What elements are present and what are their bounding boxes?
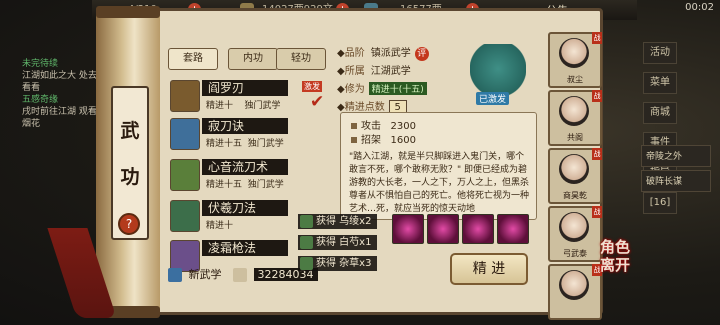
check-icon: ✔ xyxy=(310,92,325,112)
herb-icon xyxy=(300,236,313,249)
diamond-icon: ◆ xyxy=(337,84,345,95)
battle-tag: 战 xyxy=(592,206,602,218)
grade-value: 镇派武学 xyxy=(370,48,411,59)
member-name: 弓武泰 xyxy=(563,249,587,258)
parry-value: 1600 xyxy=(390,135,416,146)
party-member[interactable]: 商昊乾 战 xyxy=(548,148,602,204)
member-name: 共阁 xyxy=(567,133,583,142)
quest-button-formation[interactable]: 破阵长谋 xyxy=(641,170,711,192)
title-char-bottom: 功 xyxy=(120,166,140,188)
party-member[interactable]: 弓武泰 战 xyxy=(548,206,602,262)
quest-title-1: 未完待续 xyxy=(22,59,59,69)
skill-sub: 精进十 xyxy=(206,221,234,231)
new-skill-button[interactable]: 新武学 xyxy=(189,268,222,281)
mastered-badge: 已激发 xyxy=(476,92,510,105)
skill-name: 伏羲刀法 xyxy=(202,200,288,216)
description-box: 攻击 2300 招架 1600 "踏入江湖，就是半只脚踩进入鬼门关，哪个敢言不死… xyxy=(340,112,537,220)
tab-lightness[interactable]: 轻功 xyxy=(276,48,326,70)
roller-cap-top xyxy=(96,6,160,18)
blade-manual-icon xyxy=(170,159,200,191)
faction-row: ◆所属 江湖武学 xyxy=(337,66,411,77)
book-icon xyxy=(168,268,182,282)
rating-badge: 评 xyxy=(414,47,429,61)
party-member[interactable]: 战 xyxy=(548,264,602,320)
side-menu: 活动 菜单 商城 事件 指导 [16] xyxy=(641,40,717,220)
quest-tracker[interactable]: 未完待续 江湖如此之大 处去看看 五感奇缘 戌时前往江湖 观看烟花 xyxy=(22,58,102,130)
herb-icon xyxy=(300,215,313,228)
scroll-icon xyxy=(233,268,247,282)
skill-name: 寂刀诀 xyxy=(202,118,288,134)
skill-footer: 新武学 32284034 xyxy=(168,266,318,282)
portrait-image xyxy=(559,38,589,68)
skill-item[interactable]: 寂刀诀 精进十五 独门武学 xyxy=(164,116,332,150)
battle-tag: 战 xyxy=(592,148,602,160)
skill-item[interactable]: 心音流刀术 精进十五 独门武学 xyxy=(164,157,332,191)
quest-desc-2: 戌时前往江湖 观看烟花 xyxy=(22,107,97,129)
skill-effect-icon xyxy=(392,214,424,244)
role-switch-button[interactable]: 角色 离开 xyxy=(600,238,630,274)
skill-sub: 精进十五 独门武学 xyxy=(206,139,284,149)
blade-manual-icon xyxy=(170,80,200,112)
skill-sub: 精进十五 独门武学 xyxy=(206,180,284,190)
member-name: 商昊乾 xyxy=(563,191,587,200)
grade-row: ◆品阶 镇派武学评 xyxy=(337,44,429,61)
advance-button[interactable]: 精 进 xyxy=(450,253,528,285)
portrait-image xyxy=(559,270,589,300)
skill-name: 凌霜枪法 xyxy=(202,240,288,256)
skill-effect-icon xyxy=(497,214,529,244)
menu-shop[interactable]: 商城 xyxy=(643,102,677,124)
herb-icon xyxy=(300,257,313,270)
quest-desc-1: 江湖如此之大 处去看看 xyxy=(22,71,97,93)
menu-main[interactable]: 菜单 xyxy=(643,72,677,94)
blade-manual-icon xyxy=(170,200,200,232)
skill-description: "踏入江湖，就是半只脚踩进入鬼门关，哪个敢言不死，哪个敢称无败？" 即便已经成为… xyxy=(349,152,530,214)
parry-stat: 招架 1600 xyxy=(351,131,416,146)
battle-tag: 战 xyxy=(592,32,602,44)
quest-button-tomb[interactable]: 帝陵之外 xyxy=(641,145,711,167)
drop-notification: 获得 乌绫x2 xyxy=(298,214,378,229)
portrait-image xyxy=(559,212,589,242)
cultivation-value: 精进十(十五) xyxy=(368,82,427,95)
diamond-icon: ◆ xyxy=(337,66,345,77)
drop-notification: 获得 白芍x1 xyxy=(298,235,378,250)
skill-effect-icon xyxy=(427,214,459,244)
drop-notification: 获得 杂草x3 xyxy=(298,256,378,271)
tab-routines[interactable]: 套路 xyxy=(168,48,218,70)
activated-badge: 激发 xyxy=(302,81,322,92)
help-button[interactable]: ? xyxy=(118,213,140,235)
battle-tag: 战 xyxy=(592,90,602,102)
title-char-top: 武 xyxy=(120,120,140,142)
party-member[interactable]: 叔尘 战 xyxy=(548,32,602,88)
skill-item[interactable]: 阎罗刃 激发 精进十 独门武学 ✔ xyxy=(164,78,332,112)
menu-activity[interactable]: 活动 xyxy=(643,42,677,64)
portrait-image xyxy=(559,96,589,126)
blade-manual-icon xyxy=(170,118,200,150)
skill-sub: 精进十 独门武学 xyxy=(206,101,281,111)
skill-name: 心音流刀术 xyxy=(202,159,288,175)
menu-count[interactable]: [16] xyxy=(643,192,677,214)
cultivation-row: ◆修为 精进十(十五) xyxy=(337,80,427,95)
quest-title-2: 五感奇缘 xyxy=(22,95,59,105)
system-clock: 00:02 xyxy=(685,2,714,13)
diamond-icon: ◆ xyxy=(337,48,345,59)
tab-inner-power[interactable]: 内功 xyxy=(228,48,278,70)
attack-stat: 攻击 2300 xyxy=(351,117,416,132)
faction-value: 江湖武学 xyxy=(370,66,411,77)
party-member[interactable]: 共阁 战 xyxy=(548,90,602,146)
skill-name: 阎罗刃 xyxy=(202,80,288,96)
portrait-image xyxy=(559,154,589,184)
skill-effect-icon xyxy=(462,214,494,244)
member-name: 叔尘 xyxy=(567,75,583,84)
